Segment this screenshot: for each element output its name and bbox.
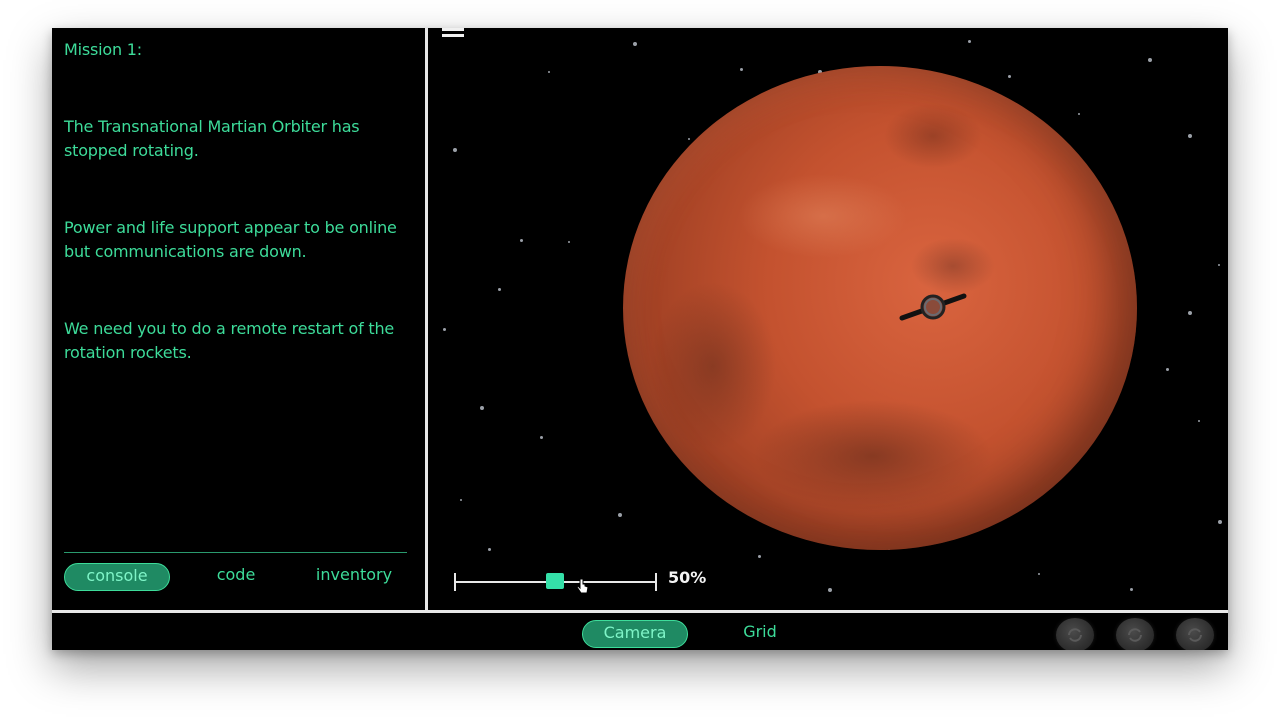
pointer-cursor-icon xyxy=(576,578,589,594)
star xyxy=(460,499,462,501)
briefing-paragraph: Power and life support appear to be onli… xyxy=(64,218,397,261)
star xyxy=(1218,520,1222,524)
rotate-center-button[interactable] xyxy=(1116,618,1154,650)
game-window: Mission 1: The Transnational Martian Orb… xyxy=(52,28,1228,650)
star xyxy=(1166,368,1169,371)
tab-divider xyxy=(64,552,407,553)
zoom-slider[interactable] xyxy=(454,571,659,591)
star xyxy=(453,148,457,152)
star xyxy=(520,239,523,242)
tab-console[interactable]: console xyxy=(64,563,170,591)
star xyxy=(1198,420,1200,422)
console-panel: Mission 1: The Transnational Martian Orb… xyxy=(52,28,428,610)
star xyxy=(1188,134,1192,138)
star xyxy=(443,328,446,331)
tab-camera[interactable]: Camera xyxy=(582,620,688,648)
tab-code[interactable]: code xyxy=(204,563,268,589)
rotate-right-button[interactable] xyxy=(1176,618,1214,650)
briefing-paragraph: The Transnational Martian Orbiter has st… xyxy=(64,117,360,160)
mission-briefing: Mission 1: The Transnational Martian Orb… xyxy=(64,38,409,418)
tab-inventory[interactable]: inventory xyxy=(304,563,404,589)
tab-grid[interactable]: Grid xyxy=(728,620,792,646)
zoom-percent-label: 50% xyxy=(668,568,707,587)
star xyxy=(758,555,761,558)
star xyxy=(1130,588,1133,591)
slider-max-cap xyxy=(655,573,657,591)
star xyxy=(1148,58,1152,62)
briefing-paragraph: We need you to do a remote restart of th… xyxy=(64,319,395,362)
orbiter-icon[interactable] xyxy=(898,292,968,322)
star xyxy=(480,406,484,410)
star xyxy=(688,138,690,140)
star xyxy=(740,68,743,71)
mars-planet xyxy=(623,66,1137,550)
star xyxy=(618,513,622,517)
rotate-left-button[interactable] xyxy=(1056,618,1094,650)
space-viewport[interactable]: 50% xyxy=(428,28,1228,610)
bottom-toolbar: Camera Grid xyxy=(52,610,1228,650)
rotate-icon xyxy=(1128,628,1142,642)
star xyxy=(968,40,971,43)
star xyxy=(633,42,637,46)
mission-title: Mission 1: xyxy=(64,40,142,59)
panel-tabs: console code inventory xyxy=(64,563,409,593)
rotate-icon xyxy=(1188,628,1202,642)
star xyxy=(548,71,550,73)
star xyxy=(498,288,501,291)
slider-thumb[interactable] xyxy=(546,573,564,589)
slider-min-cap xyxy=(454,573,456,591)
star xyxy=(540,436,543,439)
rotate-icon xyxy=(1068,628,1082,642)
star xyxy=(1218,264,1220,266)
star xyxy=(828,588,832,592)
star xyxy=(1008,75,1011,78)
star xyxy=(488,548,491,551)
star xyxy=(568,241,570,243)
hamburger-menu-icon[interactable] xyxy=(442,28,464,37)
star xyxy=(1188,311,1192,315)
star xyxy=(1038,573,1040,575)
star xyxy=(1078,113,1080,115)
